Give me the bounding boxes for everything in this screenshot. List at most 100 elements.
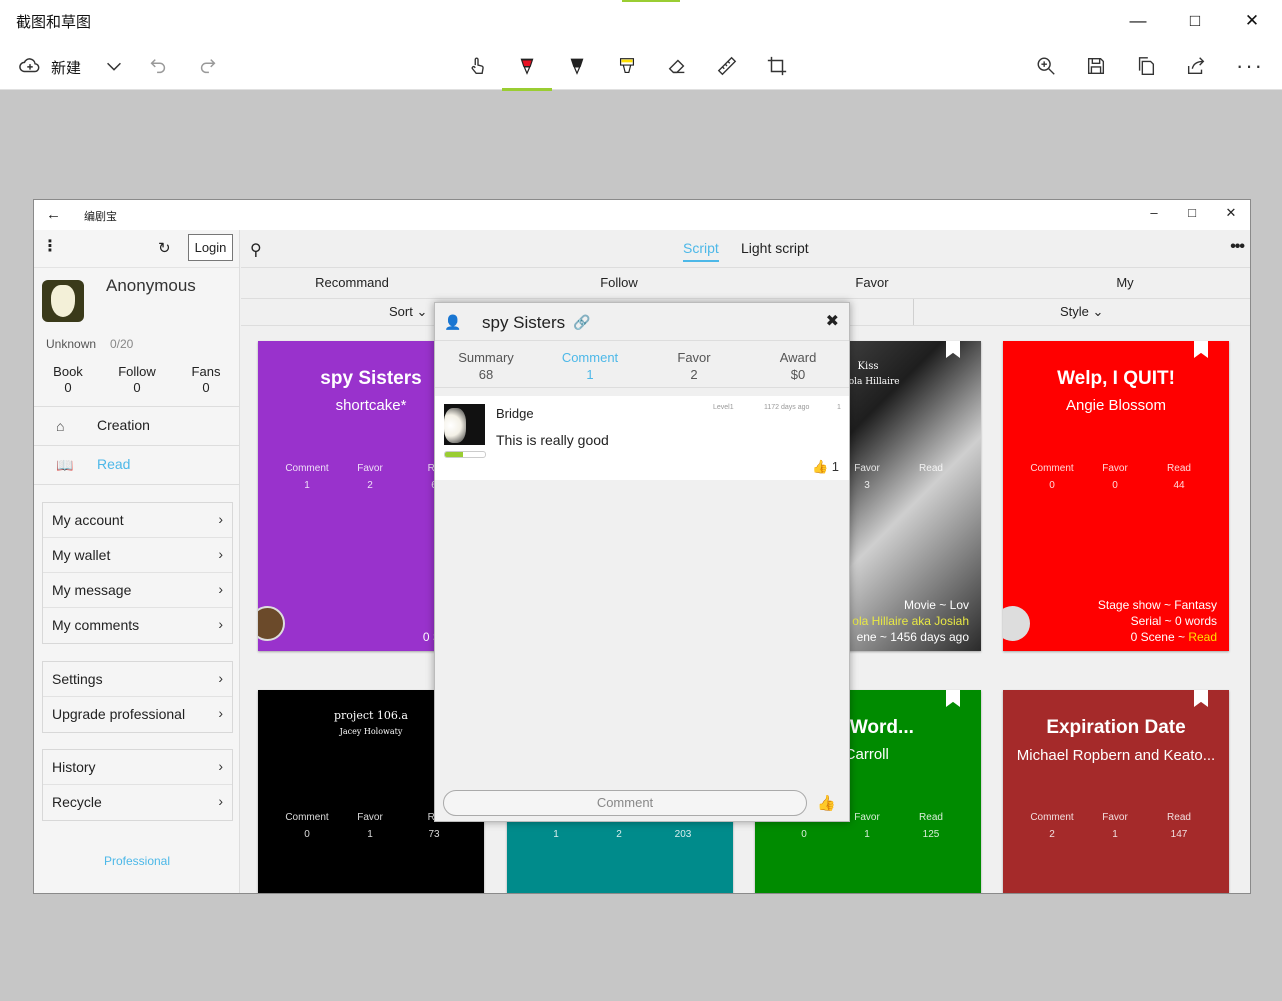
thumbs-up-icon[interactable]: 👍: [817, 794, 836, 812]
bookmark-icon[interactable]: [1194, 341, 1208, 358]
save-icon[interactable]: [1082, 52, 1110, 80]
eraser-icon[interactable]: [663, 52, 691, 80]
card-read-stat: 203: [651, 826, 715, 843]
login-button[interactable]: Login: [188, 234, 233, 261]
stat-value: 0: [1049, 480, 1055, 491]
stat-label: Read: [919, 463, 943, 474]
new-snip-icon[interactable]: [16, 52, 44, 80]
stat-label: Favor: [1102, 463, 1128, 474]
category-follow[interactable]: Follow: [519, 275, 719, 290]
more-icon[interactable]: ···: [1236, 52, 1264, 80]
professional-link[interactable]: Professional: [34, 854, 240, 868]
chevron-right-icon: ›: [218, 511, 223, 527]
script-card[interactable]: Welp, I QUIT! Angie Blossom Comment 0 Fav…: [1003, 341, 1229, 651]
menu-label: Recycle: [52, 794, 102, 810]
minimize-icon[interactable]: —: [1124, 8, 1152, 34]
new-button-label[interactable]: 新建: [51, 57, 81, 78]
refresh-icon[interactable]: ↻: [158, 239, 171, 257]
stat-value: 2: [367, 480, 373, 491]
commenter-avatar[interactable]: [444, 404, 485, 445]
style-dropdown[interactable]: Style ⌄: [1060, 304, 1103, 320]
card-read-stat: Read 44: [1147, 460, 1211, 494]
comment-input[interactable]: Comment: [443, 790, 807, 816]
menu-my-comments[interactable]: My comments ›: [43, 608, 232, 643]
zoom-in-icon[interactable]: [1032, 52, 1060, 80]
commenter-name[interactable]: Bridge: [496, 406, 534, 421]
thumbs-up-icon: 👍: [811, 459, 829, 474]
stat-value: 2: [616, 829, 622, 840]
sidebar: ⋮ ↻ Login Anonymous Unknown 0/20 Book 0 …: [34, 230, 240, 893]
tab-award[interactable]: Award $0: [748, 349, 848, 383]
menu-history[interactable]: History ›: [43, 750, 232, 785]
highlighter-icon[interactable]: [613, 52, 641, 80]
chevron-right-icon: ›: [218, 705, 223, 721]
menu-recycle[interactable]: Recycle ›: [43, 785, 232, 820]
menu-my-account[interactable]: My account ›: [43, 503, 232, 538]
sort-dropdown[interactable]: Sort ⌄: [389, 304, 427, 320]
category-recommand[interactable]: Recommand: [252, 275, 452, 290]
category-my[interactable]: My: [1025, 275, 1225, 290]
pencil-icon[interactable]: [563, 52, 591, 80]
chevron-right-icon: ›: [218, 546, 223, 562]
tab-light-script[interactable]: Light script: [741, 240, 809, 256]
card-title: Welp, I QUIT!: [1057, 368, 1175, 389]
menu-my-message[interactable]: My message ›: [43, 573, 232, 608]
tab-comment[interactable]: Comment 1: [540, 349, 640, 383]
tab-label: Favor: [677, 350, 711, 365]
crop-icon[interactable]: [763, 52, 791, 80]
card-info: Stage show ~ Fantasy Serial ~ 0 words 0 …: [1098, 597, 1217, 645]
tab-summary[interactable]: Summary 68: [436, 349, 536, 383]
tab-script[interactable]: Script: [683, 240, 719, 262]
menu-settings[interactable]: Settings ›: [43, 662, 232, 697]
app-close-icon[interactable]: ✕: [1221, 205, 1241, 221]
search-icon[interactable]: ⚲: [250, 240, 262, 260]
nav-creation[interactable]: ⌂ Creation: [34, 407, 240, 445]
close-icon[interactable]: ✖: [826, 311, 839, 331]
tab-value: $0: [790, 367, 806, 382]
bookmark-icon[interactable]: [1194, 690, 1208, 707]
stat-follow[interactable]: Follow 0: [107, 364, 167, 396]
script-card[interactable]: Expiration Date Michael Ropbern and Keat…: [1003, 690, 1229, 893]
menu-my-wallet[interactable]: My wallet ›: [43, 538, 232, 573]
close-icon[interactable]: ✕: [1238, 8, 1266, 34]
card-scenes: ene ~ 1456 days ago: [856, 630, 969, 644]
chevron-down-icon[interactable]: [100, 52, 128, 80]
ruler-icon[interactable]: [713, 52, 741, 80]
category-favor[interactable]: Favor: [772, 275, 972, 290]
touch-writing-icon[interactable]: [464, 52, 492, 80]
stat-value: 0: [304, 829, 310, 840]
share-icon[interactable]: [1182, 52, 1210, 80]
stat-fans[interactable]: Fans 0: [176, 364, 236, 396]
ballpoint-pen-icon[interactable]: [513, 52, 541, 80]
undo-icon[interactable]: [144, 52, 172, 80]
tab-label: Award: [779, 350, 817, 365]
copy-icon[interactable]: [1132, 52, 1160, 80]
comment-time: 1172 days ago: [764, 404, 810, 411]
comment-like-button[interactable]: 👍 1: [812, 459, 839, 475]
app-maximize-icon[interactable]: □: [1182, 205, 1202, 220]
stat-value: 0: [1112, 480, 1118, 491]
avatar[interactable]: [42, 280, 84, 322]
bookmark-icon[interactable]: [946, 690, 960, 707]
back-arrow-icon[interactable]: ←: [46, 206, 61, 223]
tab-favor[interactable]: Favor 2: [644, 349, 744, 383]
stat-book[interactable]: Book 0: [38, 364, 98, 396]
menu-group-history: History › Recycle ›: [42, 749, 233, 821]
stat-value: 0: [801, 829, 807, 840]
title-accent-bar: [622, 0, 680, 2]
author-avatar[interactable]: [258, 606, 285, 641]
maximize-icon[interactable]: □: [1181, 8, 1209, 34]
app-minimize-icon[interactable]: –: [1144, 205, 1164, 220]
card-info: Movie ~ Lov ola Hillaire aka Josiah ene …: [852, 597, 969, 645]
vertical-menu-icon[interactable]: ⋮: [42, 239, 58, 255]
menu-upgrade-professional[interactable]: Upgrade professional ›: [43, 697, 232, 732]
read-link[interactable]: Read: [1188, 630, 1217, 644]
menu-group-settings: Settings › Upgrade professional ›: [42, 661, 233, 733]
link-icon[interactable]: 🔗: [573, 314, 590, 331]
author-avatar[interactable]: [1003, 606, 1030, 641]
redo-icon[interactable]: [194, 52, 222, 80]
nav-read[interactable]: 📖 Read: [34, 446, 240, 484]
bookmark-icon[interactable]: [946, 341, 960, 358]
card-comment-stat: Comment 0: [275, 809, 339, 843]
more-icon[interactable]: •••: [1230, 238, 1245, 256]
